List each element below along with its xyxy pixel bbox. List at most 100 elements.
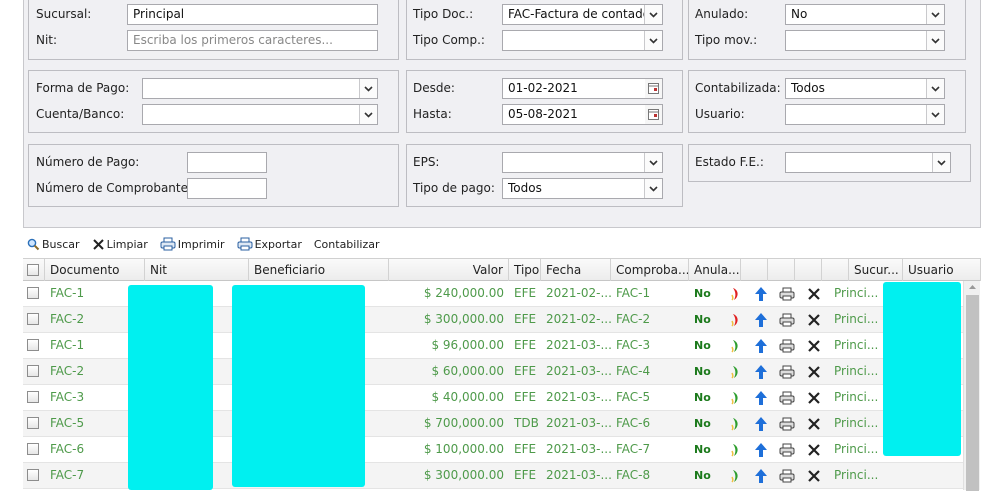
tipo-comp-select[interactable] bbox=[502, 30, 663, 51]
cell-comprobante[interactable]: FAC-6 bbox=[611, 411, 689, 436]
status-leaf-icon[interactable] bbox=[727, 338, 743, 354]
close-icon[interactable] bbox=[806, 390, 822, 406]
printer-icon[interactable] bbox=[779, 286, 795, 302]
cell-comprobante[interactable]: FAC-5 bbox=[611, 385, 689, 410]
close-icon[interactable] bbox=[806, 286, 822, 302]
row-checkbox[interactable] bbox=[27, 365, 39, 377]
cell-comprobante[interactable]: FAC-1 bbox=[611, 281, 689, 306]
buscar-button[interactable]: Buscar bbox=[27, 238, 80, 251]
status-leaf-icon[interactable] bbox=[727, 312, 743, 328]
numero-pago-input[interactable] bbox=[187, 152, 267, 173]
cuenta-banco-select[interactable] bbox=[142, 104, 378, 125]
contabilizada-select[interactable]: Todos bbox=[785, 78, 945, 99]
col-comprobante[interactable]: Comproba... bbox=[611, 259, 689, 281]
printer-icon[interactable] bbox=[779, 442, 795, 458]
upload-arrow-icon[interactable] bbox=[753, 390, 769, 406]
cell-comprobante[interactable]: FAC-8 bbox=[611, 463, 689, 488]
status-leaf-icon[interactable] bbox=[727, 286, 743, 302]
row-checkbox[interactable] bbox=[27, 417, 39, 429]
tipo-doc-select[interactable]: FAC-Factura de contado bbox=[502, 4, 663, 25]
chevron-down-icon[interactable] bbox=[644, 179, 662, 198]
close-icon[interactable] bbox=[806, 468, 822, 484]
estado-fe-select[interactable] bbox=[785, 152, 951, 173]
col-documento[interactable]: Documento bbox=[45, 259, 145, 281]
select-all-checkbox[interactable] bbox=[27, 264, 39, 276]
row-checkbox[interactable] bbox=[27, 391, 39, 403]
scrollbar-thumb[interactable] bbox=[966, 295, 979, 491]
chevron-down-icon[interactable] bbox=[926, 105, 944, 124]
status-leaf-icon[interactable] bbox=[727, 390, 743, 406]
tipo-pago-select[interactable]: Todos bbox=[502, 178, 663, 199]
chevron-down-icon[interactable] bbox=[926, 5, 944, 24]
close-icon[interactable] bbox=[806, 442, 822, 458]
col-valor[interactable]: Valor bbox=[389, 259, 509, 281]
row-checkbox[interactable] bbox=[27, 469, 39, 481]
col-beneficiario[interactable]: Beneficiario bbox=[249, 259, 389, 281]
calendar-icon[interactable] bbox=[645, 105, 662, 124]
printer-icon[interactable] bbox=[779, 338, 795, 354]
row-checkbox[interactable] bbox=[27, 443, 39, 455]
imprimir-button[interactable]: Imprimir bbox=[160, 237, 225, 251]
chevron-down-icon[interactable] bbox=[359, 105, 377, 124]
status-leaf-icon[interactable] bbox=[727, 416, 743, 432]
col-sucursal[interactable]: Sucur... bbox=[849, 259, 903, 281]
row-checkbox[interactable] bbox=[27, 313, 39, 325]
contabilizar-button[interactable]: Contabilizar bbox=[314, 238, 380, 251]
chevron-down-icon[interactable] bbox=[644, 153, 662, 172]
row-checkbox[interactable] bbox=[27, 339, 39, 351]
printer-icon[interactable] bbox=[779, 468, 795, 484]
chevron-down-icon[interactable] bbox=[644, 31, 662, 50]
printer-icon[interactable] bbox=[779, 364, 795, 380]
upload-arrow-icon[interactable] bbox=[753, 338, 769, 354]
desde-date-input[interactable]: 01-02-2021 bbox=[502, 78, 663, 99]
status-leaf-icon[interactable] bbox=[727, 442, 743, 458]
upload-arrow-icon[interactable] bbox=[753, 442, 769, 458]
exportar-button[interactable]: Exportar bbox=[237, 237, 302, 251]
status-leaf-icon[interactable] bbox=[727, 364, 743, 380]
cell-comprobante[interactable]: FAC-7 bbox=[611, 437, 689, 462]
eps-select[interactable] bbox=[502, 152, 663, 173]
cell-comprobante[interactable]: FAC-3 bbox=[611, 333, 689, 358]
tipo-mov-select[interactable] bbox=[785, 30, 945, 51]
upload-arrow-icon[interactable] bbox=[753, 286, 769, 302]
upload-arrow-icon[interactable] bbox=[753, 364, 769, 380]
cell-comprobante[interactable]: FAC-4 bbox=[611, 359, 689, 384]
printer-icon bbox=[160, 237, 176, 251]
calendar-icon[interactable] bbox=[645, 79, 662, 98]
nit-input[interactable]: Escriba los primeros caracteres... bbox=[127, 30, 378, 51]
upload-arrow-icon[interactable] bbox=[753, 468, 769, 484]
upload-arrow-icon[interactable] bbox=[753, 416, 769, 432]
col-anulado[interactable]: Anula... bbox=[689, 259, 741, 281]
col-nit[interactable]: Nit bbox=[145, 259, 249, 281]
printer-icon[interactable] bbox=[779, 312, 795, 328]
status-leaf-icon[interactable] bbox=[727, 468, 743, 484]
printer-icon[interactable] bbox=[779, 390, 795, 406]
col-usuario[interactable]: Usuario bbox=[903, 259, 981, 281]
chevron-down-icon[interactable] bbox=[359, 79, 377, 98]
printer-icon[interactable] bbox=[779, 416, 795, 432]
close-icon[interactable] bbox=[806, 338, 822, 354]
close-icon[interactable] bbox=[806, 416, 822, 432]
sucursal-input[interactable]: Principal bbox=[127, 4, 378, 25]
chevron-down-icon[interactable] bbox=[926, 79, 944, 98]
chevron-down-icon[interactable] bbox=[926, 31, 944, 50]
cell-valor: $ 240,000.00 bbox=[423, 286, 504, 300]
chevron-down-icon[interactable] bbox=[644, 5, 662, 24]
close-icon[interactable] bbox=[806, 312, 822, 328]
col-tipo[interactable]: Tipo bbox=[509, 259, 541, 281]
anulado-select[interactable]: No bbox=[785, 4, 945, 25]
forma-pago-select[interactable] bbox=[142, 78, 378, 99]
row-checkbox[interactable] bbox=[27, 287, 39, 299]
hasta-date-input[interactable]: 05-08-2021 bbox=[502, 104, 663, 125]
close-icon[interactable] bbox=[806, 364, 822, 380]
col-fecha[interactable]: Fecha bbox=[541, 259, 611, 281]
limpiar-button[interactable]: Limpiar bbox=[92, 238, 148, 251]
upload-arrow-icon[interactable] bbox=[753, 312, 769, 328]
numero-comprobante-input[interactable] bbox=[187, 178, 267, 199]
cell-sucursal: Princi... bbox=[834, 468, 879, 482]
cell-comprobante[interactable]: FAC-2 bbox=[611, 307, 689, 332]
grid-vertical-scrollbar[interactable] bbox=[963, 281, 981, 491]
usuario-select[interactable] bbox=[785, 104, 945, 125]
scroll-up-icon[interactable] bbox=[964, 281, 981, 293]
chevron-down-icon[interactable] bbox=[932, 153, 950, 172]
